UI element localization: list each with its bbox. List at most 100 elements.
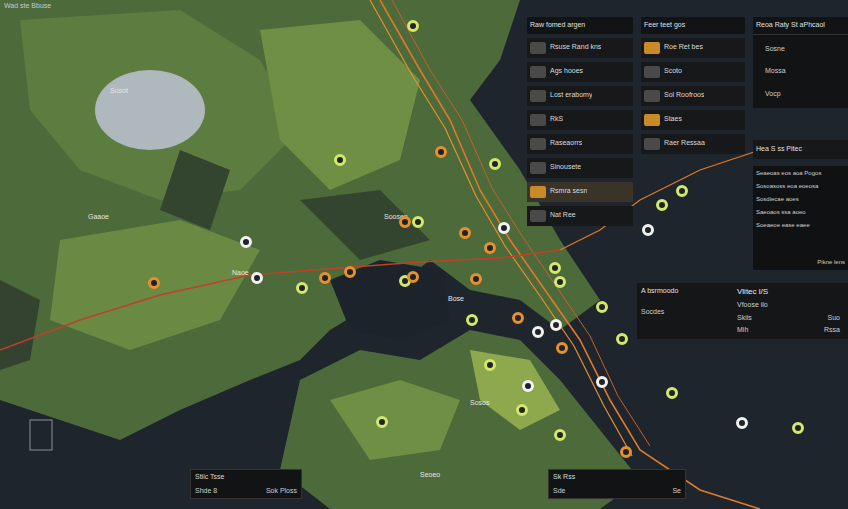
layer-row[interactable]: Raseaorrs — [527, 134, 633, 154]
map-pin[interactable] — [666, 387, 678, 399]
row-icon — [530, 66, 546, 78]
layer-row[interactable]: Nat Ree — [527, 206, 633, 226]
panel-header: Feer teet gos — [641, 17, 745, 34]
filter-row[interactable]: Raer Ressaa — [641, 134, 745, 154]
stats-row: SkiisSuo — [737, 313, 844, 324]
map-pin[interactable] — [407, 20, 419, 32]
stats-title: A bsrmoodo — [641, 286, 731, 297]
map-pin[interactable] — [596, 301, 608, 313]
detail-row[interactable]: Mossa — [753, 63, 848, 80]
map-pin[interactable] — [240, 236, 252, 248]
panel-header: Raw fomed argen — [527, 17, 633, 34]
map-pin[interactable] — [484, 242, 496, 254]
stats-row: MihRssa — [737, 325, 844, 336]
map-pin[interactable] — [549, 262, 561, 274]
row-icon — [530, 186, 546, 198]
map-pin[interactable] — [554, 276, 566, 288]
legend-header: Hea S ss Pitec — [753, 140, 848, 159]
map-pin[interactable] — [596, 376, 608, 388]
map-pin[interactable] — [736, 417, 748, 429]
layer-row[interactable]: Sinousete — [527, 158, 633, 178]
row-icon — [530, 90, 546, 102]
legend-footer[interactable]: Pikne lens — [817, 258, 845, 267]
map-pin[interactable] — [532, 326, 544, 338]
map-pin[interactable] — [412, 216, 424, 228]
map-pin[interactable] — [554, 429, 566, 441]
map-toolbar: Stiic Tsse Shde 8 Sok Ploss — [190, 469, 302, 499]
map-pin[interactable] — [516, 404, 528, 416]
toolbar-button[interactable]: Sok Ploss — [266, 486, 297, 497]
toolbar-title: Stiic Tsse — [195, 472, 297, 483]
row-icon — [644, 114, 660, 126]
stats-panel: A bsrmoodo Socdes Vlitec l/S Vfoose ilo Skii… — [637, 283, 848, 339]
row-icon — [530, 162, 546, 174]
layer-row[interactable]: Rsmra sesn — [527, 182, 633, 202]
map-pin[interactable] — [489, 158, 501, 170]
map-pin[interactable] — [251, 272, 263, 284]
map-pin[interactable] — [459, 227, 471, 239]
toolbar-button[interactable]: Shde 8 — [195, 486, 217, 497]
map-pin[interactable] — [792, 422, 804, 434]
map-pin[interactable] — [399, 216, 411, 228]
panel-header: Reoa Raty St aPhcaol — [753, 17, 848, 35]
map-pin[interactable] — [642, 224, 654, 236]
map-toolbar: Sk Rss Sde Se — [548, 469, 686, 499]
map-pin[interactable] — [550, 319, 562, 331]
filter-row[interactable]: Scoto — [641, 62, 745, 82]
row-icon — [530, 210, 546, 222]
map-pin[interactable] — [512, 312, 524, 324]
layer-row[interactable]: Rsuse Rand kns — [527, 38, 633, 58]
map-pin[interactable] — [319, 272, 331, 284]
map-pin[interactable] — [470, 273, 482, 285]
map-pin[interactable] — [344, 266, 356, 278]
row-icon — [530, 42, 546, 54]
map-pin[interactable] — [148, 277, 160, 289]
map-pin[interactable] — [484, 359, 496, 371]
detail-row[interactable]: Vocp — [753, 86, 848, 103]
stats-label: Socdes — [641, 307, 731, 318]
legend-panel: Seaeoas eos aoa PogosSosoasoss eoa eoeos… — [753, 166, 848, 270]
map-label: Seoeo — [420, 470, 440, 481]
map-pin[interactable] — [556, 342, 568, 354]
map-pin[interactable] — [296, 282, 308, 294]
row-icon — [644, 90, 660, 102]
app-title: Wad ste Bbuse — [4, 1, 51, 12]
map-pin[interactable] — [498, 222, 510, 234]
map-pin[interactable] — [676, 185, 688, 197]
toolbar-button[interactable]: Sde — [553, 486, 565, 497]
row-icon — [530, 138, 546, 150]
map-pin[interactable] — [376, 416, 388, 428]
map-pin[interactable] — [616, 333, 628, 345]
row-icon — [530, 114, 546, 126]
layer-row[interactable]: Ags hooes — [527, 62, 633, 82]
legend-item: Soeaeoe ease eaee — [756, 221, 845, 230]
map-label: Bose — [448, 294, 464, 305]
map-pin[interactable] — [435, 146, 447, 158]
map-pin[interactable] — [620, 446, 632, 458]
filter-row[interactable]: Staes — [641, 110, 745, 130]
filter-row[interactable]: Roe Ret bes — [641, 38, 745, 58]
detail-row[interactable]: Sosne — [753, 41, 848, 58]
layers-panel: Raw fomed argen Rsuse Rand kns Ags hooes Lo… — [527, 17, 633, 226]
map-app: SosotGaaoeNaoeSoosenBoseSososSeoeoWad st… — [0, 0, 848, 509]
filter-row[interactable]: Sol Roofroos — [641, 86, 745, 106]
legend-item: Seaeoas eos aoa Pogos — [756, 169, 845, 178]
toolbar-button[interactable]: Se — [672, 486, 681, 497]
legend-item: Sosdiecae aoes — [756, 195, 845, 204]
details-panel: Reoa Raty St aPhcaol Sosne Mossa Vocp — [753, 17, 848, 108]
map-pin[interactable] — [522, 380, 534, 392]
map-label: Naoe — [232, 268, 249, 279]
map-pin[interactable] — [407, 271, 419, 283]
layer-row[interactable]: RkS — [527, 110, 633, 130]
stats-heading: Vlitec l/S — [737, 286, 844, 298]
toolbar-title: Sk Rss — [553, 472, 681, 483]
filters-panel: Feer teet gos Roe Ret bes Scoto Sol Roofroo… — [641, 17, 745, 154]
map-pin[interactable] — [656, 199, 668, 211]
row-icon — [644, 66, 660, 78]
map-pin[interactable] — [466, 314, 478, 326]
row-icon — [644, 138, 660, 150]
map-pin[interactable] — [334, 154, 346, 166]
map-label: Gaaoe — [88, 212, 109, 223]
stats-subheading: Vfoose ilo — [737, 300, 844, 311]
layer-row[interactable]: Lost erabomy — [527, 86, 633, 106]
